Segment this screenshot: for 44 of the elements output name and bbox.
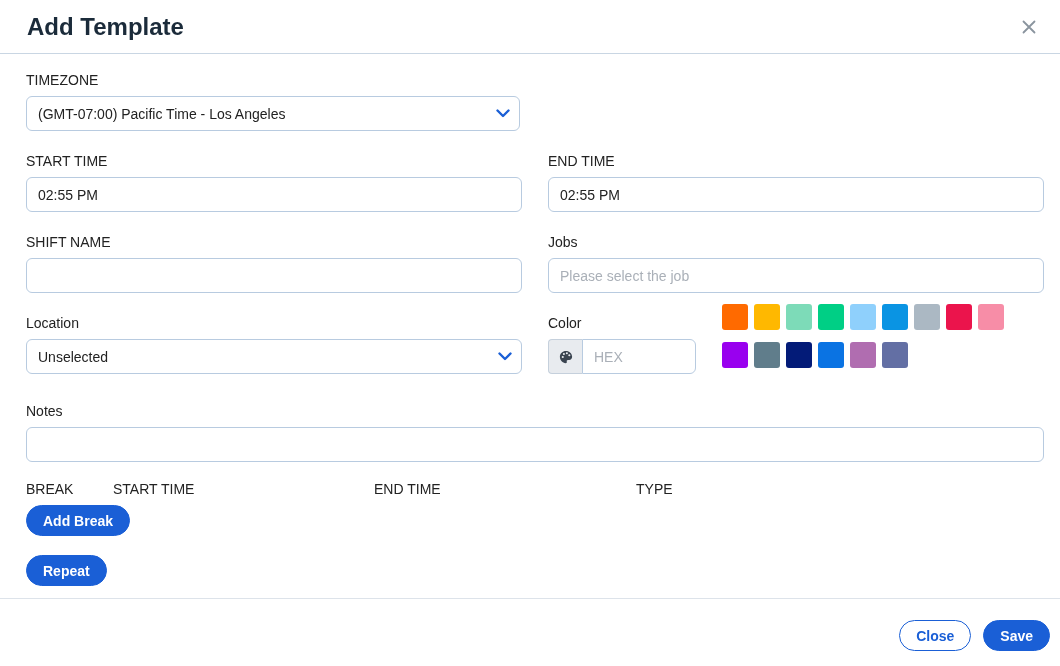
chevron-down-icon xyxy=(496,109,510,118)
column-header: START TIME xyxy=(113,481,196,497)
save-button[interactable]: Save xyxy=(983,620,1050,651)
field-label: Location xyxy=(26,315,79,331)
add-break-button[interactable]: Add Break xyxy=(26,505,131,536)
field-label: Jobs xyxy=(548,234,578,250)
color-swatch[interactable] xyxy=(786,342,812,368)
palette-button[interactable] xyxy=(548,339,582,374)
color-swatch[interactable] xyxy=(978,304,1004,330)
dropdown[interactable]: Unselected xyxy=(26,339,522,374)
color-swatch[interactable] xyxy=(946,304,972,330)
field-label: END TIME xyxy=(548,153,615,169)
field-label: START TIME xyxy=(26,153,108,169)
column-header: END TIME xyxy=(374,481,442,497)
color-swatch[interactable] xyxy=(754,304,780,330)
color-swatch[interactable] xyxy=(818,342,844,368)
column-header: TYPE xyxy=(636,481,673,497)
close-button[interactable]: Close xyxy=(899,620,972,651)
field-label: Notes xyxy=(26,403,63,419)
color-swatch[interactable] xyxy=(850,342,876,368)
repeat-button[interactable]: Repeat xyxy=(26,555,107,586)
palette-icon xyxy=(558,349,573,364)
text-field[interactable] xyxy=(26,258,522,293)
field-label: SHIFT NAME xyxy=(26,234,111,250)
color-swatch[interactable] xyxy=(882,342,908,368)
chevron-down-icon xyxy=(498,352,512,361)
field-label: TIMEZONE xyxy=(26,72,99,88)
job-field[interactable]: Please select the job xyxy=(548,258,1044,293)
field-label: Color xyxy=(548,315,582,331)
color-swatch[interactable] xyxy=(818,304,844,330)
notes-field[interactable] xyxy=(26,427,1044,462)
color-swatch[interactable] xyxy=(850,304,876,330)
color-swatch[interactable] xyxy=(754,342,780,368)
time-field[interactable]: 02:55 PM xyxy=(26,177,522,212)
color-swatch[interactable] xyxy=(786,304,812,330)
color-swatch[interactable] xyxy=(722,342,748,368)
dropdown[interactable]: (GMT-07:00) Pacific Time - Los Angeles xyxy=(26,96,520,131)
hex-field[interactable]: HEX xyxy=(582,339,696,374)
time-field[interactable]: 02:55 PM xyxy=(548,177,1044,212)
color-swatch[interactable] xyxy=(882,304,908,330)
color-swatch[interactable] xyxy=(914,304,940,330)
dialog-title: Add Template xyxy=(27,12,184,41)
column-header: BREAK xyxy=(26,481,75,497)
color-swatch[interactable] xyxy=(722,304,748,330)
